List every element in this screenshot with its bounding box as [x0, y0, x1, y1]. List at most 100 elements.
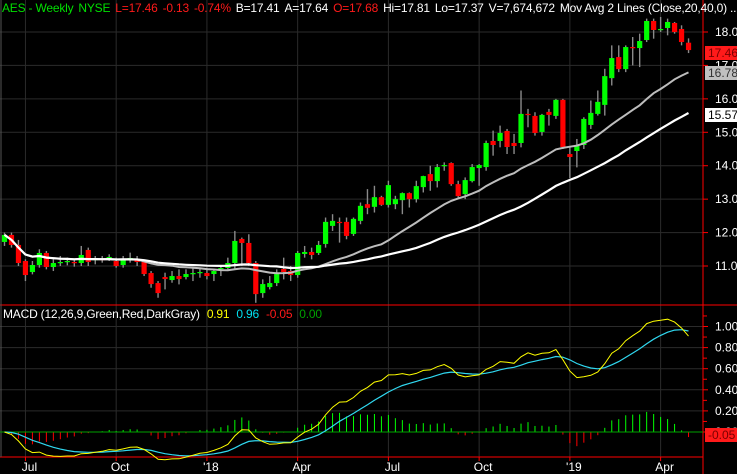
candle-down — [616, 57, 622, 70]
candle-down — [630, 47, 636, 49]
price-tick-label: 15.00 — [715, 125, 737, 139]
candle-up — [539, 114, 545, 132]
candle-down — [253, 263, 259, 295]
candle-up — [637, 41, 643, 49]
symbol-label: AES - Weekly — [2, 1, 74, 15]
candle-up — [476, 165, 482, 169]
candle-up — [588, 112, 594, 125]
candle-up — [518, 113, 524, 143]
candle-down — [148, 273, 154, 285]
candle-down — [448, 163, 454, 185]
candle-up — [497, 132, 503, 141]
candle-up — [581, 118, 587, 145]
change-percent: -0.74% — [193, 1, 231, 15]
candle-up — [36, 252, 42, 266]
time-tick-label: Apr — [655, 460, 674, 474]
macd-study-label[interactable]: MACD (12,26,9,Green,Red,DarkGray) — [3, 307, 200, 321]
candle-down — [246, 242, 252, 264]
candle-up — [602, 76, 608, 105]
study-label[interactable]: Mov Avg 2 Lines (Close,20,40,0) ... — [560, 1, 737, 15]
candle-down — [651, 20, 657, 30]
candle-down — [678, 28, 685, 43]
candle-up — [190, 273, 196, 275]
candle-down — [309, 251, 315, 255]
candle-up — [441, 165, 447, 167]
candle-down — [685, 42, 692, 51]
price-tick-label: 18.00 — [715, 25, 737, 39]
ma40-tag: 15.57 — [705, 108, 737, 122]
candle-up — [665, 21, 671, 28]
macd-value: 0.91 — [206, 307, 230, 321]
price-tick-label: 16.00 — [715, 92, 737, 106]
high-value: Hi=17.81 — [383, 1, 430, 15]
candle-up — [211, 271, 217, 275]
candle-up — [595, 101, 601, 114]
candle-up — [399, 193, 405, 201]
time-tick-label: Oct — [111, 460, 130, 474]
candle-up — [434, 167, 440, 182]
histogram-value: -0.05 — [265, 307, 293, 321]
candle-up — [483, 142, 489, 168]
exchange-label: NYSE — [78, 1, 111, 15]
candle-up — [623, 47, 629, 70]
price-header: AES - Weekly NYSE L=17.46 -0.13 -0.74% B… — [2, 1, 737, 15]
zero-value: 0.00 — [299, 307, 322, 321]
candle-up — [260, 284, 266, 294]
candle-up — [357, 205, 364, 221]
candle-down — [560, 99, 566, 147]
candle-up — [57, 261, 63, 264]
time-tick-label: Jul — [22, 460, 37, 474]
candle-up — [644, 20, 650, 41]
change-value: -0.13 — [162, 1, 190, 15]
candle-down — [511, 142, 517, 146]
macd-tick-label: 0.40 — [715, 383, 737, 397]
price-tick-label: 12.00 — [715, 226, 737, 240]
stock-chart[interactable]: 11.0012.0013.0014.0015.0016.0017.0018.00… — [0, 0, 737, 474]
macd-tick-label: 1.00 — [715, 320, 737, 334]
candle-down — [239, 238, 245, 243]
time-tick-label: '19 — [566, 460, 582, 474]
candle-up — [274, 274, 280, 284]
time-tick-label: Oct — [474, 460, 493, 474]
candle-up — [232, 240, 238, 264]
candle-down — [336, 221, 343, 224]
candle-up — [267, 283, 273, 288]
candle-up — [183, 274, 189, 278]
candle-down — [43, 252, 49, 268]
candle-up — [316, 244, 322, 253]
volume-value: V=7,674,672 — [488, 1, 555, 15]
candle-up — [385, 185, 391, 205]
open-value: O=17.68 — [333, 1, 379, 15]
candle-down — [378, 197, 385, 205]
candle-up — [50, 263, 56, 268]
candle-up — [553, 99, 559, 116]
candle-down — [455, 184, 461, 197]
price-tick-label: 13.00 — [715, 192, 737, 206]
ask-value: A=17.64 — [284, 1, 329, 15]
candle-down — [525, 113, 531, 116]
candle-up — [322, 221, 329, 244]
candle-down — [567, 154, 573, 158]
candle-down — [427, 174, 433, 182]
candle-down — [162, 277, 168, 280]
macd-tick-label: 0.60 — [715, 362, 737, 376]
candle-down — [281, 269, 287, 273]
candle-down — [176, 276, 182, 280]
macd-tick-label: 0.20 — [715, 404, 737, 418]
time-tick-label: Apr — [292, 460, 311, 474]
low-value: Lo=17.37 — [434, 1, 484, 15]
macd-tick-label: 0.80 — [715, 341, 737, 355]
ma20-tag: 16.78 — [705, 66, 737, 80]
candle-up — [64, 260, 70, 263]
candle-up — [371, 197, 378, 207]
candle-down — [71, 261, 77, 264]
candle-up — [413, 186, 419, 200]
candle-down — [671, 22, 678, 32]
signal-line — [4, 329, 689, 457]
time-tick-label: '18 — [203, 460, 219, 474]
candle-down — [113, 260, 119, 267]
candle-up — [420, 176, 426, 188]
candle-down — [364, 204, 371, 208]
candle-down — [504, 130, 510, 147]
macd-hist-tag: -0.05 — [705, 428, 737, 442]
